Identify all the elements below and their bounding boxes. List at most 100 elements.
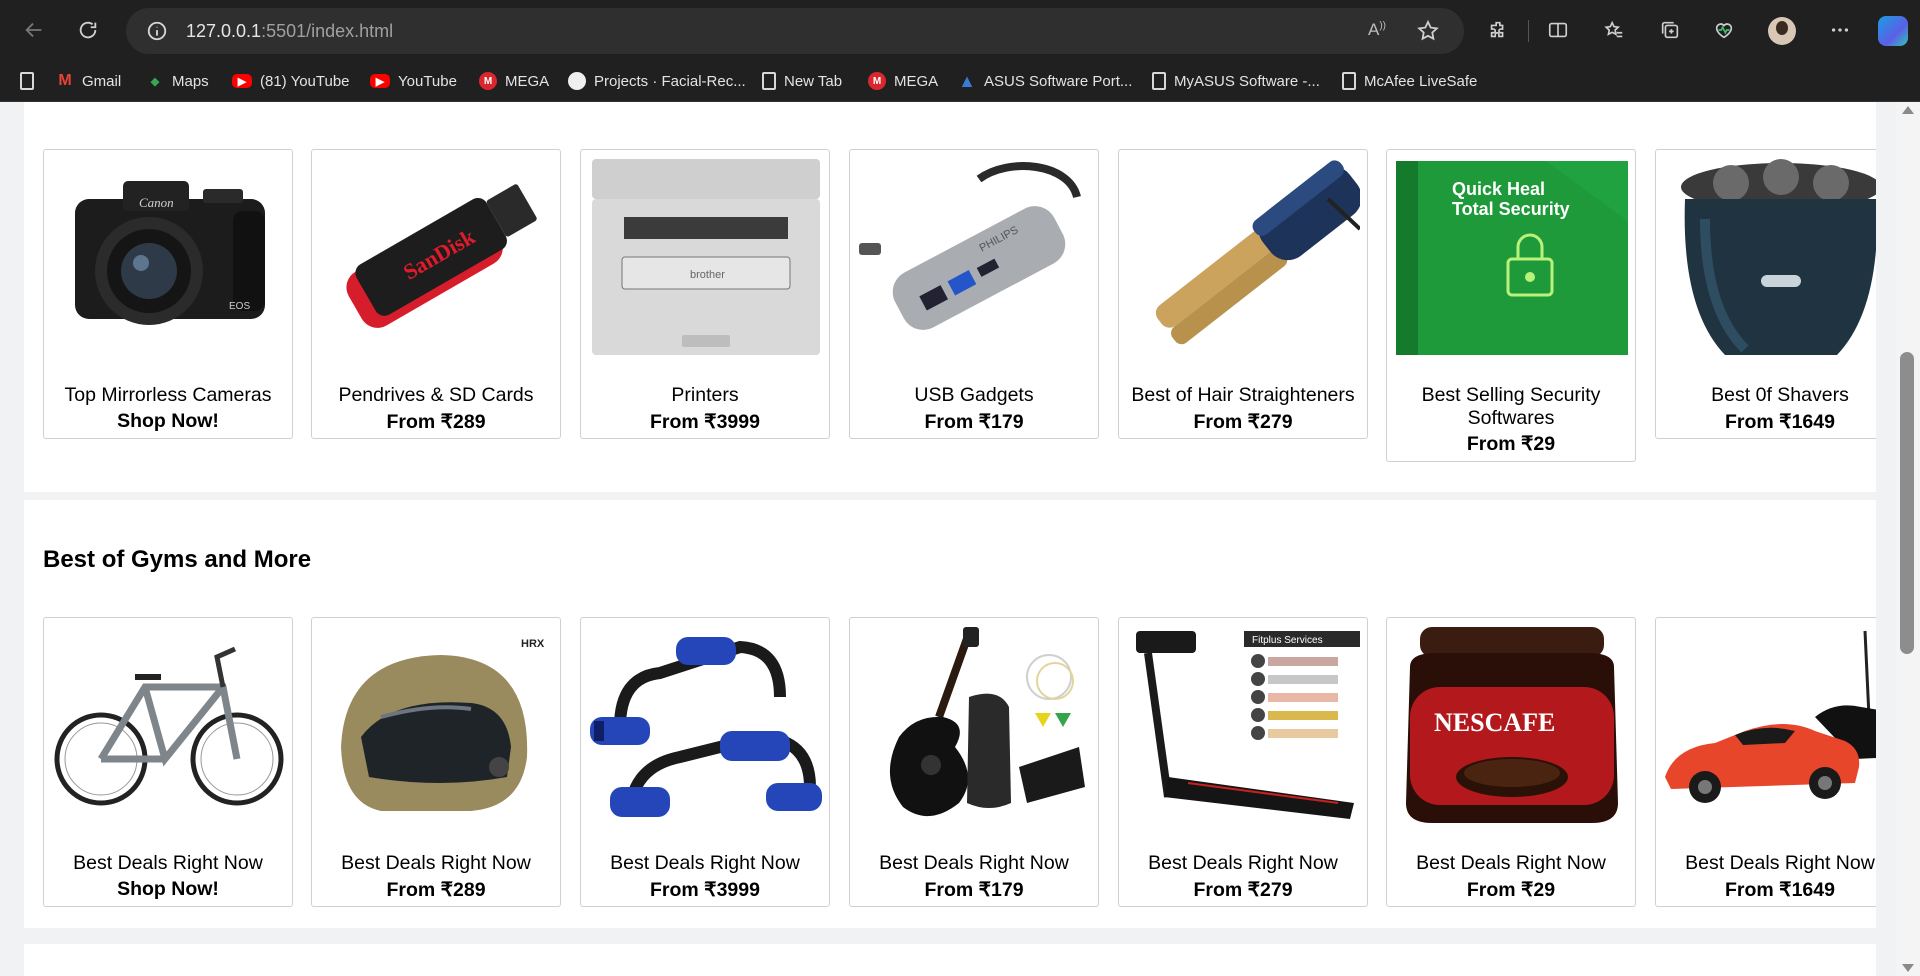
bookmarks-bar: M Gmail ◆ Maps ▶ (81) YouTube ▶ YouTube … bbox=[0, 61, 1920, 102]
card-price: From ₹289 bbox=[386, 879, 486, 901]
bookmark-youtube[interactable]: ▶ YouTube bbox=[370, 69, 457, 93]
github-icon bbox=[568, 72, 586, 90]
product-card[interactable]: Best Deals Right Now From ₹1649 bbox=[1655, 617, 1876, 907]
card-price: From ₹3999 bbox=[650, 879, 760, 901]
treadmill-label: Fitplus Services bbox=[1252, 635, 1323, 646]
rc-car-image bbox=[1665, 627, 1876, 823]
card-price: From ₹29 bbox=[1466, 433, 1556, 455]
product-card[interactable]: PHILIPS USB Gadgets From ₹179 bbox=[849, 149, 1099, 439]
coffee-label: NESCAFE bbox=[1434, 708, 1555, 737]
bookmark-label: (81) YouTube bbox=[260, 72, 350, 90]
scrollbar-thumb[interactable] bbox=[1900, 352, 1914, 654]
card-price: From ₹179 bbox=[924, 879, 1024, 901]
card-price: From ₹279 bbox=[1193, 879, 1293, 901]
bookmark-label: MyASUS Software -... bbox=[1174, 72, 1320, 90]
card-name: Top Mirrorless Cameras bbox=[64, 384, 272, 406]
bookmark-gmail[interactable]: M Gmail bbox=[56, 69, 121, 93]
card-name: Printers bbox=[671, 384, 739, 406]
bookmark-maps[interactable]: ◆ Maps bbox=[146, 69, 209, 93]
card-name: Best Selling Security Softwares bbox=[1421, 384, 1601, 429]
svg-text:EOS: EOS bbox=[229, 301, 250, 312]
card-name: Best Deals Right Now bbox=[879, 852, 1069, 874]
bookmark-mega[interactable]: M MEGA bbox=[479, 69, 549, 93]
bookmark-youtube-81[interactable]: ▶ (81) YouTube bbox=[232, 69, 350, 93]
product-card[interactable]: Canon EOS Top Mirrorless Cameras Shop No… bbox=[43, 149, 293, 439]
svg-text:Canon: Canon bbox=[139, 195, 174, 210]
card-price: Shop Now! bbox=[117, 878, 219, 900]
bookmark-asus[interactable]: ▲ ASUS Software Port... bbox=[958, 69, 1132, 93]
next-section bbox=[24, 944, 1876, 976]
product-card[interactable]: Quick Heal Total Security Best Selling S… bbox=[1386, 149, 1636, 462]
bookmark-mcafee[interactable]: McAfee LiveSafe bbox=[1342, 69, 1477, 93]
guitar-image bbox=[859, 627, 1091, 823]
scroll-up-arrow-icon[interactable] bbox=[1902, 106, 1914, 114]
bookmark-page[interactable] bbox=[20, 69, 34, 93]
toolbar-separator bbox=[1528, 20, 1529, 42]
gyms-section: Best of Gyms and More Best Deals Right N… bbox=[24, 500, 1876, 928]
bookmark-label: ASUS Software Port... bbox=[984, 72, 1133, 90]
product-card[interactable]: HRX Best Deals Right Now From ₹289 bbox=[311, 617, 561, 907]
back-icon[interactable] bbox=[16, 12, 52, 48]
product-card[interactable]: Best Deals Right Now Shop Now! bbox=[43, 617, 293, 907]
more-menu-icon[interactable] bbox=[1822, 12, 1858, 48]
page-icon bbox=[1152, 72, 1166, 90]
security-box-text-2: Total Security bbox=[1452, 199, 1570, 219]
coffee-jar-image: NESCAFE bbox=[1396, 627, 1628, 823]
security-software-image: Quick Heal Total Security bbox=[1396, 159, 1628, 355]
product-card[interactable]: Best 0f Shavers From ₹1649 bbox=[1655, 149, 1876, 439]
treadmill-image: Fitplus Services bbox=[1128, 627, 1360, 823]
browser-essentials-icon[interactable] bbox=[1706, 12, 1742, 48]
card-price: From ₹3999 bbox=[650, 411, 760, 433]
bookmark-mega-2[interactable]: M MEGA bbox=[868, 69, 938, 93]
url-path: :5501/index.html bbox=[261, 21, 394, 41]
card-name: USB Gadgets bbox=[914, 384, 1034, 406]
page-icon bbox=[1342, 72, 1356, 90]
favorites-icon[interactable] bbox=[1596, 12, 1632, 48]
bookmark-label: McAfee LiveSafe bbox=[1364, 72, 1478, 90]
bookmark-label: MEGA bbox=[894, 72, 939, 90]
product-card[interactable]: Fitplus Services Best Deals Right Now Fr… bbox=[1118, 617, 1368, 907]
bookmark-myasus[interactable]: MyASUS Software -... bbox=[1152, 69, 1320, 93]
product-card[interactable]: Best of Hair Straighteners From ₹279 bbox=[1118, 149, 1368, 439]
section-title: Best of Gyms and More bbox=[43, 546, 312, 573]
scroll-down-arrow-icon[interactable] bbox=[1902, 964, 1914, 972]
url-host: 127.0.0.1 bbox=[186, 21, 262, 41]
split-screen-icon[interactable] bbox=[1540, 12, 1576, 48]
page-icon bbox=[20, 72, 34, 90]
collections-icon[interactable] bbox=[1652, 12, 1688, 48]
profile-avatar[interactable] bbox=[1768, 17, 1796, 45]
product-card[interactable]: NESCAFE Best Deals Right Now From ₹29 bbox=[1386, 617, 1636, 907]
page-scrollbar[interactable] bbox=[1896, 102, 1920, 976]
card-price: From ₹289 bbox=[386, 411, 486, 433]
browser-toolbar: 127.0.0.1:5501/index.html A)) bbox=[0, 0, 1920, 61]
extensions-icon[interactable] bbox=[1480, 12, 1516, 48]
camera-image: Canon EOS bbox=[53, 159, 285, 355]
bicycle-image bbox=[53, 627, 285, 823]
bookmark-new-tab[interactable]: New Tab bbox=[762, 69, 842, 93]
bookmark-label: Maps bbox=[172, 72, 209, 90]
refresh-icon[interactable] bbox=[70, 12, 106, 48]
card-price: From ₹29 bbox=[1466, 879, 1556, 901]
card-price: Shop Now! bbox=[117, 410, 219, 432]
svg-text:brother: brother bbox=[690, 269, 725, 281]
card-name: Pendrives & SD Cards bbox=[338, 384, 534, 406]
product-card[interactable]: SanDisk Pendrives & SD Cards From ₹289 bbox=[311, 149, 561, 439]
page-viewport: Canon EOS Top Mirrorless Cameras Shop No… bbox=[0, 102, 1920, 976]
card-name: Best Deals Right Now bbox=[1685, 852, 1875, 874]
mega-icon: M bbox=[868, 72, 886, 90]
site-info-icon[interactable] bbox=[146, 20, 168, 42]
read-aloud-icon[interactable]: A)) bbox=[1368, 20, 1392, 42]
product-card[interactable]: Best Deals Right Now From ₹3999 bbox=[580, 617, 830, 907]
url-text[interactable]: 127.0.0.1:5501/index.html bbox=[186, 21, 393, 42]
product-card[interactable]: Best Deals Right Now From ₹179 bbox=[849, 617, 1099, 907]
card-price: From ₹279 bbox=[1193, 411, 1293, 433]
bookmark-label: New Tab bbox=[784, 72, 843, 90]
card-price: From ₹1649 bbox=[1725, 411, 1835, 433]
address-bar[interactable]: 127.0.0.1:5501/index.html A)) bbox=[126, 8, 1464, 54]
card-name: Best Deals Right Now bbox=[610, 852, 800, 874]
bookmark-projects[interactable]: Projects · Facial-Rec... bbox=[568, 69, 746, 93]
copilot-icon[interactable] bbox=[1878, 16, 1908, 46]
favorite-star-icon[interactable] bbox=[1416, 19, 1440, 43]
product-card[interactable]: brother Printers From ₹3999 bbox=[580, 149, 830, 439]
pendrive-image: SanDisk bbox=[321, 159, 553, 355]
